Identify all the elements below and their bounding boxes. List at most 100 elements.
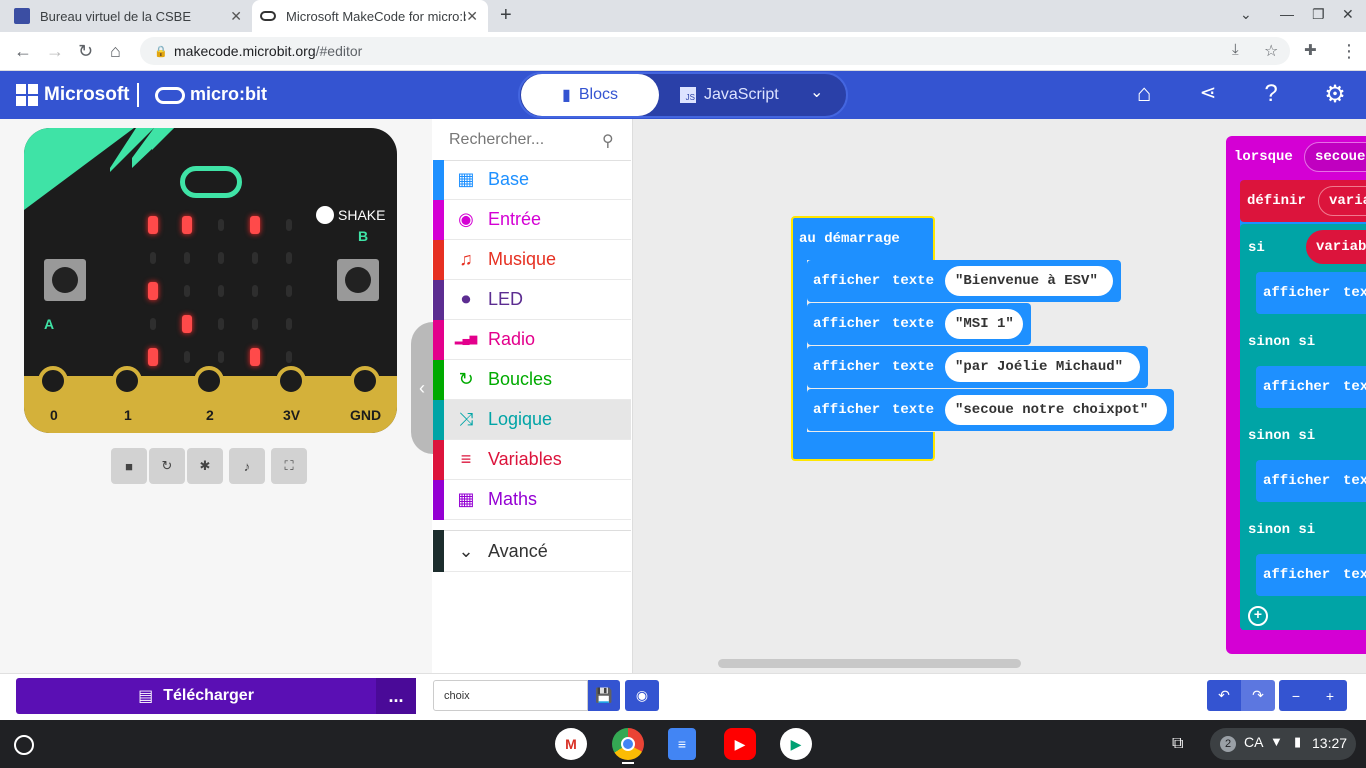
back-icon[interactable]: ← [14,41,32,62]
address-bar[interactable]: 🔒 makecode.microbit.org/#editor [140,37,1290,65]
string-input[interactable]: " par Joélie Michaud " [945,352,1140,382]
more-options-button[interactable]: ... [376,678,416,714]
button-a[interactable] [44,259,86,301]
show-string-block[interactable]: afficher texte " secoue notre choixpot " [807,389,1174,431]
close-window-icon[interactable]: ✕ [1342,6,1354,23]
pin-2[interactable] [194,366,224,396]
stop-icon[interactable]: ■ [111,448,147,484]
category-advanced[interactable]: ⌄ Avancé [433,530,631,572]
category-musique[interactable]: ♫ Musique [433,239,631,280]
product-name[interactable]: micro:bit [190,84,267,105]
bookmark-star-icon[interactable]: ☆ [1264,41,1278,61]
minimize-icon[interactable]: — [1280,6,1294,22]
category-variables[interactable]: ≡ Variables [433,439,631,480]
debug-icon[interactable]: ✱ [187,448,223,484]
download-button[interactable]: ▤ Télécharger [16,678,376,714]
category-label: Maths [488,489,538,509]
led-r2-c1 [184,285,190,297]
help-icon[interactable]: ? [1256,80,1286,108]
docs-icon[interactable]: ≡ [668,728,696,760]
close-tab-icon[interactable]: ✕ [230,8,242,25]
brand-name[interactable]: Microsoft [44,84,130,106]
on-shake-block[interactable]: lorsque secouer définir varia si variab … [1226,136,1366,654]
settings-icon[interactable]: ⚙ [1320,80,1350,109]
collapse-simulator-button[interactable]: ‹ [411,322,433,454]
block-label: lorsque [1234,149,1293,165]
pin-0[interactable] [38,366,68,396]
category-maths[interactable]: ▦ Maths [433,479,631,520]
close-tab-icon[interactable]: ✕ [466,8,478,25]
forward-icon[interactable]: → [46,41,64,62]
string-input[interactable]: " Bienvenue à ESV " [945,266,1113,296]
string-input[interactable]: " secoue notre choixpot " [945,395,1167,425]
show-string-block[interactable]: afficher tex [1256,554,1366,596]
category-boucles[interactable]: ↻ Boucles [433,359,631,400]
fullscreen-icon[interactable]: ⛶ [271,448,307,484]
browser-menu-icon[interactable]: ⋮ [1340,41,1358,62]
extensions-icon[interactable]: ✚ [1304,41,1317,59]
gmail-icon[interactable]: M [555,728,587,760]
play-store-icon[interactable]: ▶ [780,728,812,760]
variable-reporter[interactable]: variab [1306,230,1366,264]
pin-3v[interactable] [276,366,306,396]
microsoft-logo-icon[interactable] [16,84,38,106]
reload-icon[interactable]: ↻ [78,41,93,62]
category-logique[interactable]: ⤨ Logique [433,399,631,440]
on-start-block[interactable]: au démarrage [791,216,935,260]
restore-icon[interactable]: ❐ [1312,6,1325,23]
set-variable-block[interactable]: définir varia [1240,180,1366,222]
category-label: LED [488,289,524,309]
search-icon[interactable]: ⚲ [602,131,614,151]
blocks-mode-button[interactable]: ▮ Blocs [521,74,659,116]
restart-icon[interactable]: ↻ [149,448,185,484]
gesture-dropdown[interactable]: secouer [1304,142,1366,172]
zoom-out-icon[interactable]: − [1279,680,1313,711]
show-string-block[interactable]: afficher texte " MSI 1 " [807,303,1031,345]
workspace-scrollbar[interactable] [718,659,1021,668]
string-input[interactable]: " MSI 1 " [945,309,1023,339]
microbit-board[interactable]: SHAKE B A [24,128,397,433]
button-b[interactable] [337,259,379,301]
shake-indicator-icon[interactable] [316,206,334,224]
show-string-block[interactable]: afficher tex [1256,366,1366,408]
logic-if-block[interactable]: si variab afficher tex sinon si afficher… [1240,224,1366,630]
block-footer [791,432,935,461]
category-led[interactable]: ⏺ LED [433,279,631,320]
led-r2-c2 [218,285,224,297]
browser-tab-active[interactable]: Microsoft MakeCode for micro:bi ✕ [252,0,488,32]
button-b-label: B [358,228,369,244]
install-icon[interactable]: ⤓ [1232,41,1239,58]
pin-gnd[interactable] [350,366,380,396]
zoom-in-icon[interactable]: + [1313,680,1347,711]
sound-icon[interactable]: ♪ [229,448,265,484]
home-icon[interactable]: ⌂ [1129,80,1159,108]
new-tab-icon[interactable]: + [500,4,512,27]
tote-icon[interactable]: ⧉ [1172,735,1183,753]
launcher-icon[interactable] [14,735,34,755]
show-string-block[interactable]: afficher texte " Bienvenue à ESV " [807,260,1121,302]
category-base[interactable]: ▦ Base [433,159,631,200]
show-string-block[interactable]: afficher tex [1256,272,1366,314]
save-icon[interactable]: 💾 [588,680,620,711]
youtube-icon[interactable]: ▶ [724,728,756,760]
share-icon[interactable]: ⋖ [1193,80,1223,105]
add-else-if-icon[interactable]: + [1248,606,1268,626]
javascript-mode-button[interactable]: JS JavaScript [680,74,779,116]
redo-icon[interactable]: ↷ [1241,680,1275,711]
github-icon[interactable]: ◉ [625,680,659,711]
chevron-down-icon[interactable]: ⌄ [810,82,823,102]
undo-icon[interactable]: ↶ [1207,680,1241,711]
browser-tab[interactable]: Bureau virtuel de la CSBE ✕ [14,0,252,32]
microbit-face-logo-icon[interactable] [180,166,242,198]
variable-dropdown[interactable]: varia [1318,186,1366,216]
microbit-logo-icon [155,87,185,104]
project-name-input[interactable] [433,680,588,711]
chrome-icon[interactable] [612,728,644,760]
tab-search-icon[interactable]: ⌄ [1240,6,1252,23]
category-entrée[interactable]: ◉ Entrée [433,199,631,240]
show-string-block[interactable]: afficher tex [1256,460,1366,502]
pin-1[interactable] [112,366,142,396]
home-browser-icon[interactable]: ⌂ [110,41,121,62]
category-radio[interactable]: ▂▄▆ Radio [433,319,631,360]
show-string-block[interactable]: afficher texte " par Joélie Michaud " [807,346,1148,388]
